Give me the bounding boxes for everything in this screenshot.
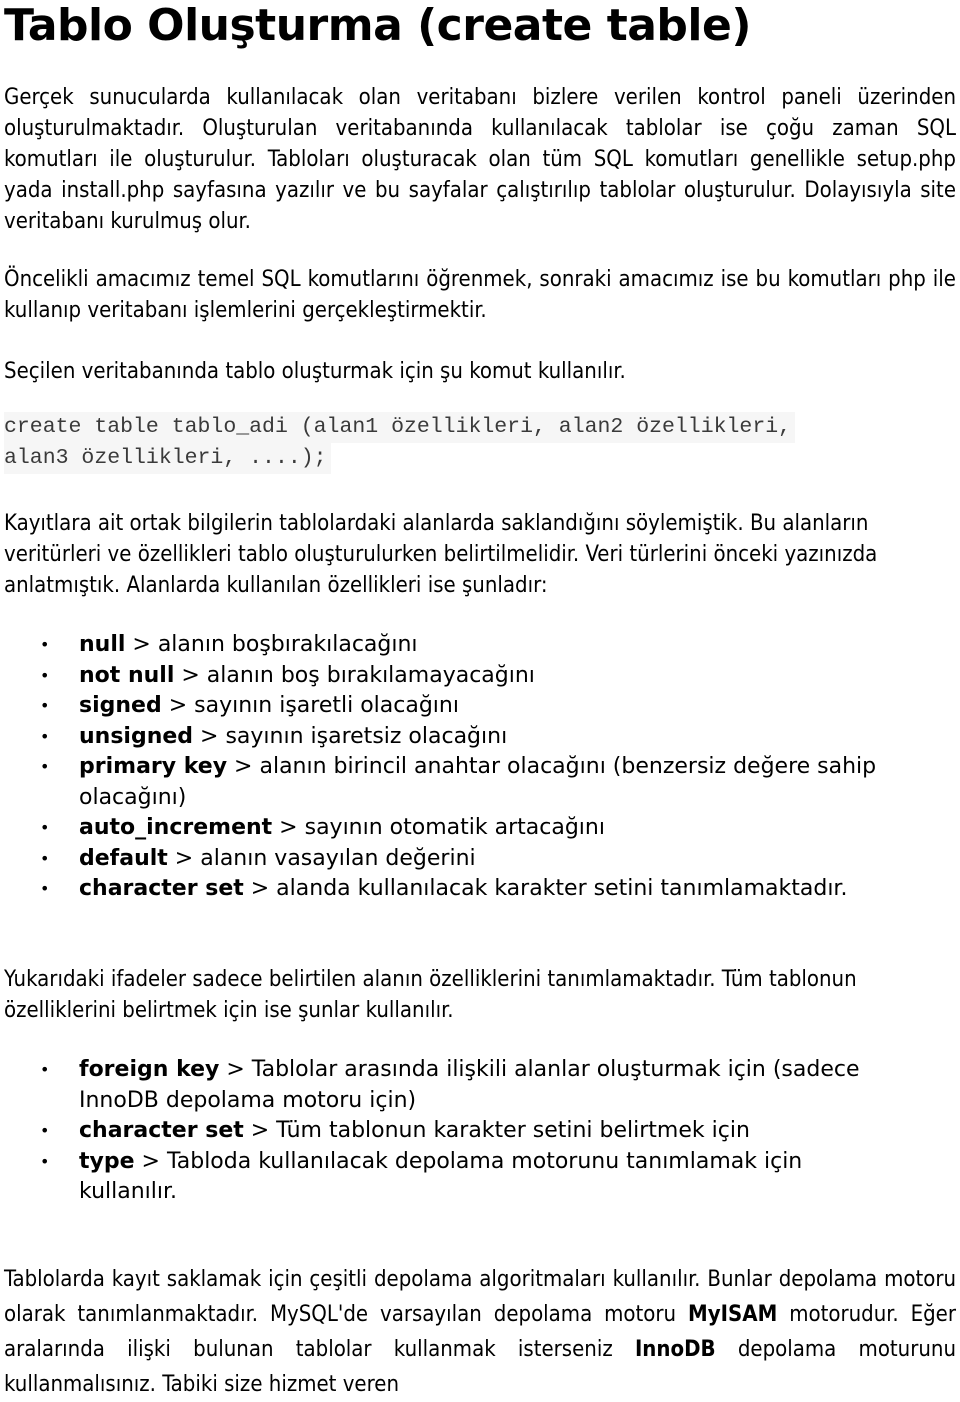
property-description: > sayının işaretsiz olacağını bbox=[193, 723, 508, 749]
property-description: > Tabloda kullanılacak depolama motorunu… bbox=[79, 1148, 803, 1205]
page-title: Tablo Oluşturma (create table) bbox=[4, 0, 751, 51]
bullet-icon: • bbox=[40, 818, 50, 837]
myisam-term: MyISAM bbox=[688, 1302, 778, 1327]
bullet-icon: • bbox=[40, 696, 50, 715]
property-keyword: character set bbox=[79, 876, 244, 901]
property-keyword: signed bbox=[79, 693, 162, 718]
list-item: • unsigned > sayının işaretsiz olacağını bbox=[0, 722, 899, 753]
bullet-icon: • bbox=[40, 665, 50, 685]
property-description: > alanın vasayılan değerini bbox=[167, 845, 476, 871]
bullet-icon: • bbox=[40, 879, 50, 898]
bullet-icon: • bbox=[40, 1121, 50, 1140]
list-item: • character set > Tüm tablonun karakter s… bbox=[0, 1116, 899, 1147]
property-keyword: primary key bbox=[79, 754, 228, 779]
list-item: • null > alanın boşbırakılacağını bbox=[0, 630, 899, 661]
intro-paragraph: Gerçek sunucularda kullanılacak olan ver… bbox=[4, 85, 956, 234]
engines-paragraph: Tablolarda kayıt saklamak için çeşitli d… bbox=[4, 1262, 956, 1402]
bullet-icon: • bbox=[40, 848, 50, 868]
property-keyword: null bbox=[79, 632, 126, 657]
list-item: • default > alanın vasayılan değerini bbox=[0, 844, 899, 875]
list-item: • primary key > alanın birincil anahtar o… bbox=[0, 752, 899, 813]
list-item: • foreign key > Tablolar arasında ilişkil… bbox=[0, 1055, 899, 1116]
property-description: > Tüm tablonun karakter setini belirtmek… bbox=[243, 1118, 750, 1143]
property-keyword: type bbox=[79, 1148, 135, 1174]
property-keyword: auto_increment bbox=[79, 815, 273, 840]
property-keyword: not null bbox=[79, 662, 175, 688]
list-item: • type > Tabloda kullanılacak depolama mo… bbox=[0, 1147, 899, 1208]
property-keyword: foreign key bbox=[79, 1057, 220, 1082]
property-description: > alanın boş bırakılamayacağını bbox=[174, 662, 535, 688]
bullet-icon: • bbox=[40, 1151, 50, 1171]
property-description: > sayının işaretli olacağını bbox=[161, 693, 459, 718]
list-item: • not null > alanın boş bırakılamayacağın… bbox=[0, 661, 899, 692]
list-item: • signed > sayının işaretli olacağını bbox=[0, 691, 899, 722]
code-block: create table tablo_adi (alan1 özellikler… bbox=[4, 412, 796, 474]
field-properties-list: • null > alanın boşbırakılacağını • not nul… bbox=[0, 630, 899, 905]
bullet-icon: • bbox=[40, 757, 50, 776]
table-properties-list: • foreign key > Tablolar arasında ilişkil… bbox=[0, 1055, 899, 1208]
property-keyword: default bbox=[79, 845, 168, 871]
bullet-icon: • bbox=[40, 635, 50, 654]
fields-intro-paragraph: Kayıtlara ait ortak bilgilerin tablolard… bbox=[4, 511, 878, 598]
property-description: > sayının otomatik artacağını bbox=[272, 815, 605, 840]
bullet-icon: • bbox=[40, 1060, 50, 1079]
bullet-icon: • bbox=[40, 726, 50, 746]
list-item: • auto_increment > sayının otomatik artac… bbox=[0, 813, 899, 844]
table-props-intro-paragraph: Yukarıdaki ifadeler sadece belirtilen al… bbox=[4, 967, 857, 1023]
goal-paragraph: Öncelikli amacımız temel SQL komutlarını… bbox=[4, 267, 956, 323]
property-keyword: character set bbox=[79, 1118, 244, 1143]
command-intro-paragraph: Seçilen veritabanında tablo oluşturmak i… bbox=[4, 359, 626, 384]
code-line: alan3 özellikleri, ....); bbox=[4, 443, 331, 474]
property-description: > alanın boşbırakılacağını bbox=[125, 632, 418, 657]
innodb-term: InnoDB bbox=[634, 1337, 716, 1362]
list-item: • character set > alanda kullanılacak kar… bbox=[0, 874, 899, 905]
code-line: create table tablo_adi (alan1 özellikler… bbox=[4, 412, 796, 443]
property-description: > alanda kullanılacak karakter setini ta… bbox=[243, 876, 848, 901]
property-keyword: unsigned bbox=[79, 723, 194, 749]
